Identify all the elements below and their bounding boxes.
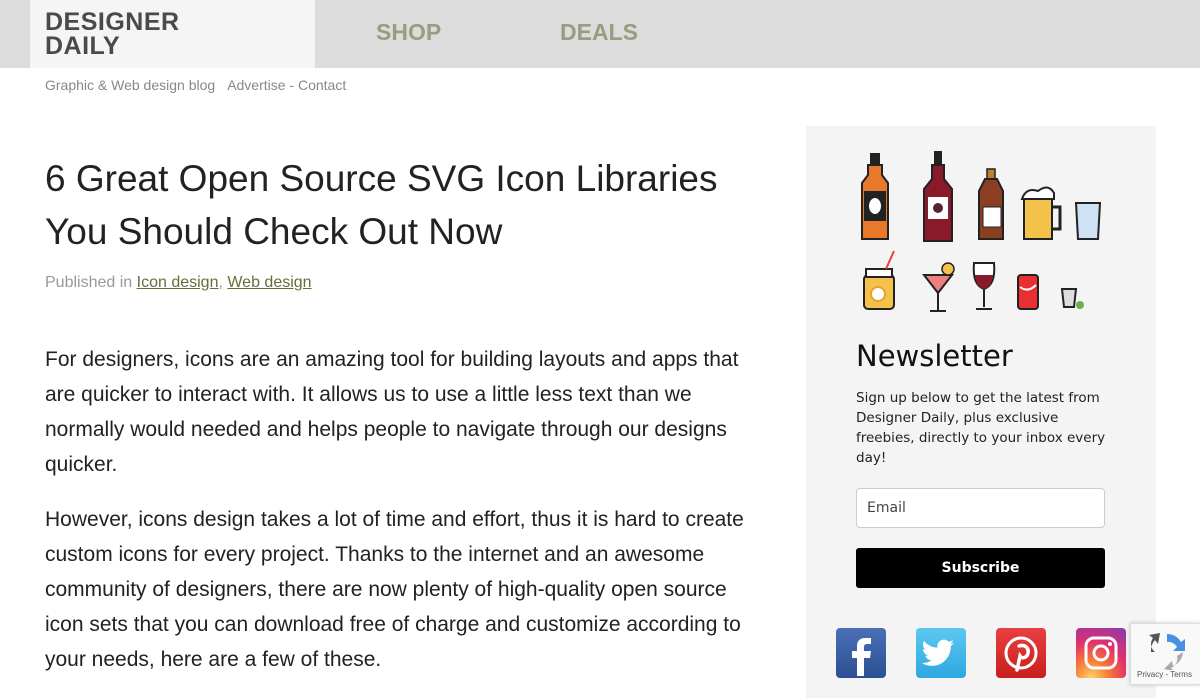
wine-glass-icon: [972, 262, 996, 310]
whiskey-bottle-icon: [861, 153, 889, 240]
published-prefix: Published in: [45, 274, 137, 291]
advertise-contact-link[interactable]: Advertise - Contact: [227, 77, 346, 93]
logo-line-1: DESIGNER: [45, 8, 180, 36]
email-input[interactable]: [856, 488, 1105, 528]
article-meta: Published in Icon design, Web design: [45, 274, 312, 292]
sidebar-newsletter: Newsletter Sign up below to get the late…: [806, 126, 1156, 698]
facebook-icon[interactable]: [836, 628, 886, 678]
soda-can-icon: [1017, 274, 1039, 310]
water-glass-icon: [1074, 202, 1102, 240]
nav-deals[interactable]: DEALS: [560, 0, 638, 68]
beer-mug-icon: [1020, 186, 1062, 240]
tagline: Graphic & Web design blog Advertise - Con…: [45, 77, 346, 93]
recaptcha-icon: [1149, 633, 1185, 670]
logo: DESIGNER DAILY: [45, 8, 180, 60]
newsletter-title: Newsletter: [856, 339, 1013, 373]
logo-line-2: DAILY: [45, 32, 121, 60]
twitter-icon[interactable]: [916, 628, 966, 678]
recaptcha-privacy-terms[interactable]: Privacy - Terms: [1137, 670, 1192, 679]
tagline-text: Graphic & Web design blog: [45, 77, 216, 93]
drink-illustrations: [861, 151, 1102, 312]
recaptcha-badge[interactable]: Privacy - Terms: [1130, 623, 1200, 685]
article-paragraph-1: For designers, icons are an amazing tool…: [45, 348, 739, 476]
subscribe-button[interactable]: Subscribe: [856, 548, 1105, 588]
nav-shop[interactable]: SHOP: [376, 0, 441, 68]
shot-glass-icon: [1060, 288, 1084, 309]
mason-jar-icon: [863, 250, 895, 310]
newsletter-description: Sign up below to get the latest from Des…: [856, 390, 1106, 466]
instagram-icon[interactable]: [1076, 628, 1126, 678]
cocktail-icon: [921, 262, 955, 312]
beer-bottle-icon: [978, 168, 1004, 240]
logo-link[interactable]: DESIGNER DAILY: [30, 0, 315, 68]
category-link-icon-design[interactable]: Icon design: [137, 274, 219, 291]
top-bar: DESIGNER DAILY SHOP DEALS: [0, 0, 1200, 68]
pinterest-icon[interactable]: [996, 628, 1046, 678]
article-title: 6 Great Open Source SVG Icon Libraries Y…: [45, 158, 718, 252]
wine-bottle-icon: [923, 151, 953, 242]
category-link-web-design[interactable]: Web design: [227, 274, 311, 291]
article-paragraph-2: However, icons design takes a lot of tim…: [45, 508, 744, 671]
